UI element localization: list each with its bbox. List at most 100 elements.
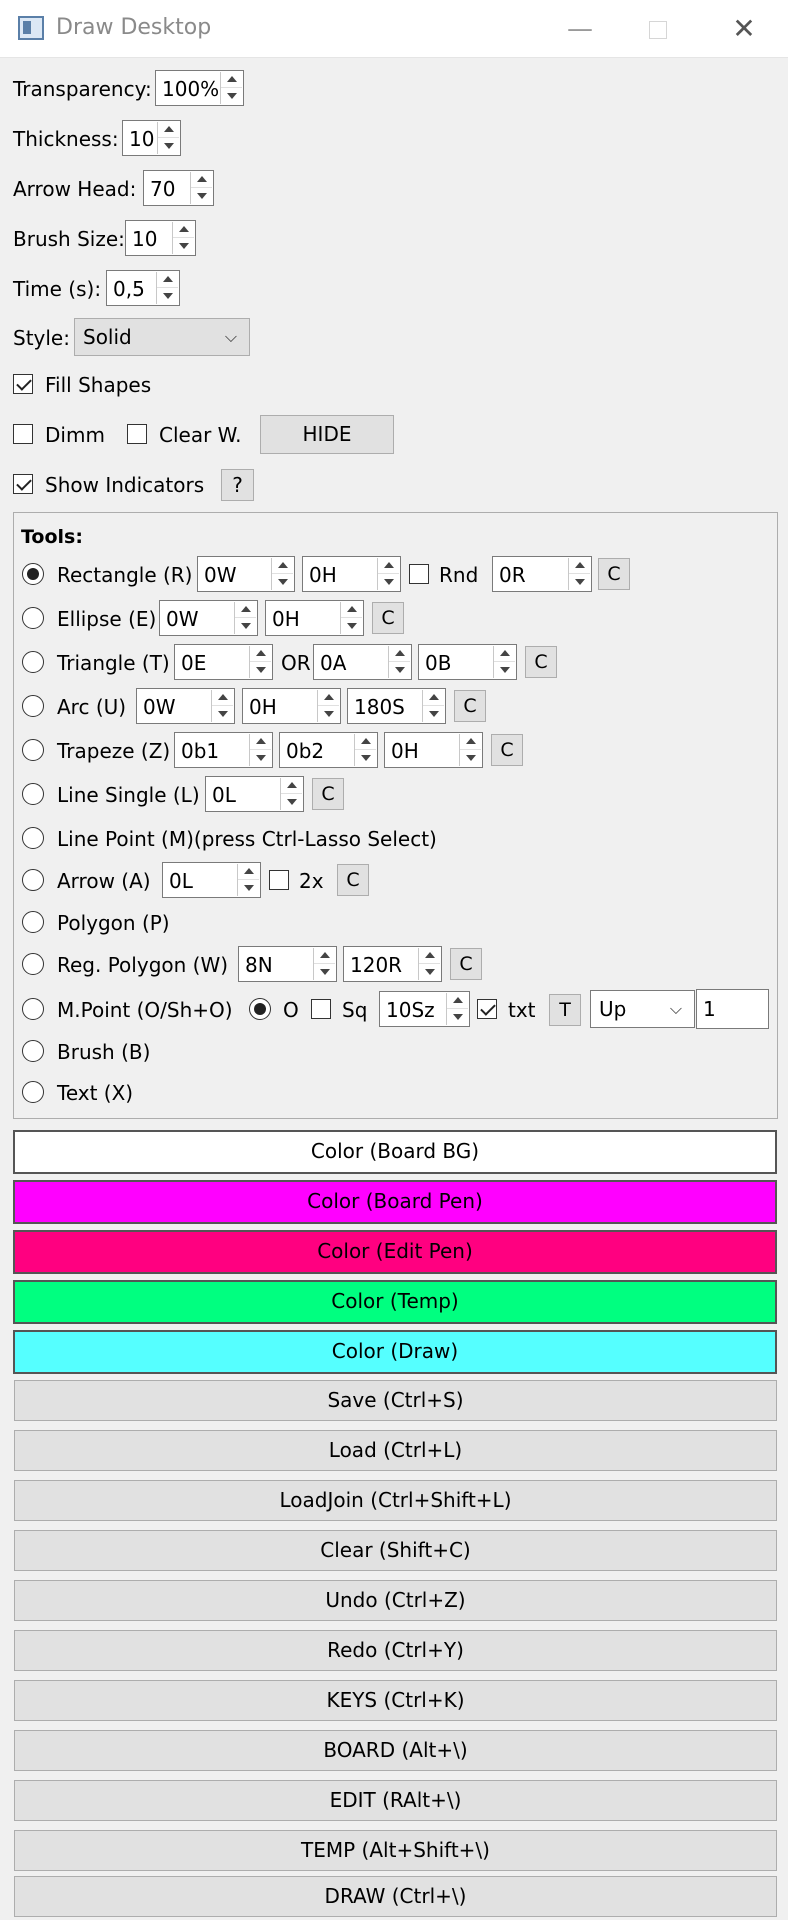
rectangle-width-spinner[interactable]: 0W bbox=[197, 556, 295, 592]
help-button[interactable]: ? bbox=[221, 469, 254, 501]
spin-down-icon[interactable] bbox=[389, 662, 410, 678]
hide-button[interactable]: HIDE bbox=[260, 415, 394, 454]
line-single-c-button[interactable]: C bbox=[312, 778, 344, 810]
spin-down-icon[interactable] bbox=[238, 880, 259, 896]
triangle-a-spinner[interactable]: 0A bbox=[313, 644, 412, 680]
spin-down-icon[interactable] bbox=[494, 662, 515, 678]
undo-button[interactable]: Undo (Ctrl+Z) bbox=[14, 1580, 777, 1621]
mpoint-txt-checkbox[interactable] bbox=[477, 999, 497, 1019]
spin-down-icon[interactable] bbox=[191, 188, 212, 204]
color-board-bg-button[interactable]: Color (Board BG) bbox=[13, 1130, 777, 1174]
thickness-spinner[interactable]: 10 bbox=[122, 120, 181, 156]
rectangle-c-button[interactable]: C bbox=[598, 558, 630, 590]
spin-up-icon[interactable] bbox=[378, 558, 399, 574]
loadjoin-button[interactable]: LoadJoin (Ctrl+Shift+L) bbox=[14, 1480, 777, 1521]
spin-up-icon[interactable] bbox=[212, 690, 233, 706]
spin-up-icon[interactable] bbox=[250, 734, 271, 750]
clear-w-checkbox[interactable] bbox=[127, 424, 147, 444]
trapeze-b1-spinner[interactable]: 0b1 bbox=[174, 732, 273, 768]
rectangle-height-spinner[interactable]: 0H bbox=[302, 556, 401, 592]
arrow-c-button[interactable]: C bbox=[337, 864, 369, 896]
mpoint-t-button[interactable]: T bbox=[549, 994, 581, 1026]
ellipse-c-button[interactable]: C bbox=[372, 602, 404, 634]
triangle-b-spinner[interactable]: 0B bbox=[418, 644, 517, 680]
spin-up-icon[interactable] bbox=[494, 646, 515, 662]
fill-shapes-checkbox[interactable] bbox=[13, 374, 33, 394]
dimm-checkbox[interactable] bbox=[13, 424, 33, 444]
text-radio[interactable] bbox=[22, 1081, 44, 1103]
reg-polygon-radius-spinner[interactable]: 120R bbox=[343, 946, 442, 982]
spin-up-icon[interactable] bbox=[318, 690, 339, 706]
arrow-radio[interactable] bbox=[22, 869, 44, 891]
arc-c-button[interactable]: C bbox=[454, 690, 486, 722]
spin-down-icon[interactable] bbox=[281, 794, 302, 810]
rnd-checkbox[interactable] bbox=[409, 564, 429, 584]
arrow-length-spinner[interactable]: 0L bbox=[162, 862, 261, 898]
triangle-radio[interactable] bbox=[22, 651, 44, 673]
mpoint-radio[interactable] bbox=[22, 998, 44, 1020]
spin-up-icon[interactable] bbox=[569, 558, 590, 574]
spin-down-icon[interactable] bbox=[173, 238, 194, 254]
save-button[interactable]: Save (Ctrl+S) bbox=[14, 1380, 777, 1421]
time-spinner[interactable]: 0,5 bbox=[106, 270, 180, 306]
reg-polygon-c-button[interactable]: C bbox=[450, 948, 482, 980]
spin-up-icon[interactable] bbox=[419, 948, 440, 964]
trapeze-height-spinner[interactable]: 0H bbox=[384, 732, 483, 768]
mpoint-sq-checkbox[interactable] bbox=[311, 999, 331, 1019]
brush-size-spinner[interactable]: 10 bbox=[125, 220, 196, 256]
clear-button[interactable]: Clear (Shift+C) bbox=[14, 1530, 777, 1571]
trapeze-c-button[interactable]: C bbox=[491, 734, 523, 766]
triangle-c-button[interactable]: C bbox=[525, 646, 557, 678]
ellipse-height-spinner[interactable]: 0H bbox=[265, 600, 364, 636]
draw-button[interactable]: DRAW (Ctrl+\) bbox=[14, 1876, 777, 1917]
style-dropdown[interactable]: Solid ⌵ bbox=[74, 318, 250, 356]
spin-down-icon[interactable] bbox=[221, 88, 242, 104]
mpoint-size-spinner[interactable]: 10Sz bbox=[379, 991, 470, 1027]
redo-button[interactable]: Redo (Ctrl+Y) bbox=[14, 1630, 777, 1671]
close-button[interactable]: ✕ bbox=[722, 10, 766, 48]
spin-down-icon[interactable] bbox=[423, 706, 444, 722]
show-indicators-checkbox[interactable] bbox=[13, 474, 33, 494]
spin-up-icon[interactable] bbox=[221, 72, 242, 88]
spin-down-icon[interactable] bbox=[378, 574, 399, 590]
arc-width-spinner[interactable]: 0W bbox=[136, 688, 235, 724]
mpoint-direction-dropdown[interactable]: Up ⌵ bbox=[590, 990, 695, 1028]
spin-down-icon[interactable] bbox=[447, 1009, 468, 1025]
minimize-button[interactable]: — bbox=[558, 10, 602, 48]
spin-down-icon[interactable] bbox=[212, 706, 233, 722]
board-button[interactable]: BOARD (Alt+\) bbox=[14, 1730, 777, 1771]
spin-down-icon[interactable] bbox=[460, 750, 481, 766]
ellipse-radio[interactable] bbox=[22, 607, 44, 629]
arc-radio[interactable] bbox=[22, 695, 44, 717]
spin-up-icon[interactable] bbox=[389, 646, 410, 662]
line-single-length-spinner[interactable]: 0L bbox=[205, 776, 304, 812]
arc-sweep-spinner[interactable]: 180S bbox=[347, 688, 446, 724]
trapeze-b2-spinner[interactable]: 0b2 bbox=[279, 732, 378, 768]
spin-down-icon[interactable] bbox=[314, 964, 335, 980]
triangle-e-spinner[interactable]: 0E bbox=[174, 644, 273, 680]
color-temp-button[interactable]: Color (Temp) bbox=[13, 1280, 777, 1324]
polygon-radio[interactable] bbox=[22, 911, 44, 933]
spin-up-icon[interactable] bbox=[281, 778, 302, 794]
maximize-button[interactable] bbox=[636, 10, 680, 48]
mpoint-o-radio[interactable] bbox=[249, 998, 271, 1020]
spin-down-icon[interactable] bbox=[250, 750, 271, 766]
spin-down-icon[interactable] bbox=[158, 138, 179, 154]
spin-up-icon[interactable] bbox=[341, 602, 362, 618]
color-board-pen-button[interactable]: Color (Board Pen) bbox=[13, 1180, 777, 1224]
color-draw-button[interactable]: Color (Draw) bbox=[13, 1330, 777, 1374]
ellipse-width-spinner[interactable]: 0W bbox=[159, 600, 258, 636]
brush-radio[interactable] bbox=[22, 1040, 44, 1062]
spin-up-icon[interactable] bbox=[158, 122, 179, 138]
spin-up-icon[interactable] bbox=[191, 172, 212, 188]
spin-up-icon[interactable] bbox=[173, 222, 194, 238]
spin-up-icon[interactable] bbox=[235, 602, 256, 618]
arc-height-spinner[interactable]: 0H bbox=[242, 688, 341, 724]
spin-down-icon[interactable] bbox=[272, 574, 293, 590]
line-point-radio[interactable] bbox=[22, 827, 44, 849]
load-button[interactable]: Load (Ctrl+L) bbox=[14, 1430, 777, 1471]
temp-button[interactable]: TEMP (Alt+Shift+\) bbox=[14, 1830, 777, 1871]
spin-down-icon[interactable] bbox=[157, 288, 178, 304]
keys-button[interactable]: KEYS (Ctrl+K) bbox=[14, 1680, 777, 1721]
arrow-2x-checkbox[interactable] bbox=[269, 870, 289, 890]
